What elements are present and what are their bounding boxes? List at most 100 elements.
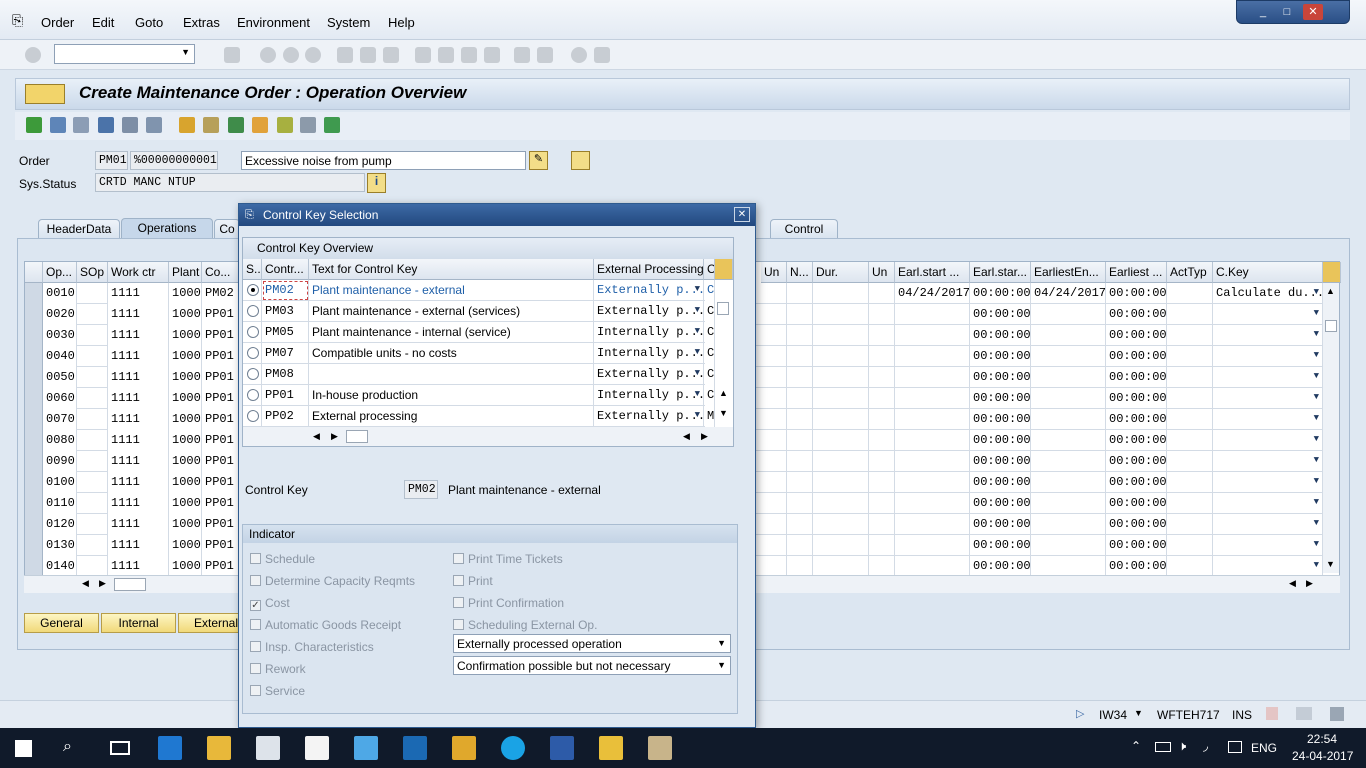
column-header[interactable]: Plant — [169, 262, 202, 283]
settings-icon[interactable] — [50, 117, 66, 133]
cell-op[interactable]: 0090 — [43, 451, 77, 472]
chevron-down-icon[interactable]: ▼ — [1314, 308, 1319, 318]
store-icon[interactable] — [256, 736, 280, 760]
tab-components[interactable]: Co — [214, 219, 240, 239]
column-header[interactable]: Earliest ... — [1106, 262, 1167, 283]
radio-button[interactable] — [247, 326, 259, 338]
menu-help[interactable]: Help — [388, 15, 415, 30]
cell-calc[interactable]: ▼ — [1213, 304, 1323, 325]
column-header[interactable]: EarliestEn... — [1031, 262, 1106, 283]
cell-op[interactable]: 0070 — [43, 409, 77, 430]
checkbox-box[interactable] — [250, 641, 261, 652]
document-icon[interactable] — [203, 117, 219, 133]
cell-empty[interactable] — [813, 514, 869, 535]
cell-c[interactable]: C — [704, 301, 715, 322]
previous-page-icon[interactable] — [438, 47, 454, 63]
cell-plant[interactable]: 1000 — [169, 472, 202, 493]
checkbox-box[interactable] — [453, 575, 464, 586]
column-header[interactable]: C.Key — [1213, 262, 1323, 283]
tray-chevron-icon[interactable]: ⌃ — [1131, 739, 1141, 753]
cell-empty[interactable] — [1167, 325, 1213, 346]
cell-empty[interactable] — [813, 430, 869, 451]
chevron-down-icon[interactable]: ▼ — [1134, 708, 1143, 718]
cell-empty[interactable] — [1167, 472, 1213, 493]
cell-es[interactable] — [895, 409, 970, 430]
upload-icon[interactable] — [252, 117, 268, 133]
clock-date[interactable]: 24-04-2017 — [1292, 749, 1353, 763]
chevron-down-icon[interactable]: ▼ — [695, 305, 700, 315]
cell-ck[interactable]: PP01 — [202, 556, 240, 577]
save-icon[interactable] — [224, 47, 240, 63]
chevron-down-icon[interactable]: ▼ — [1314, 287, 1319, 297]
cell-ee[interactable] — [1031, 346, 1106, 367]
cell-wc[interactable]: 1111 — [108, 283, 169, 304]
cell-text[interactable]: In-house production — [309, 385, 594, 406]
checkbox[interactable]: Automatic Goods Receipt — [250, 618, 401, 632]
cell-es[interactable] — [895, 493, 970, 514]
cell-empty[interactable] — [1167, 409, 1213, 430]
cell-ext[interactable]: Internally p... ▼ — [594, 322, 704, 343]
cell-empty[interactable] — [869, 283, 895, 304]
cell-ext[interactable]: Externally p... ▼ — [594, 406, 704, 427]
menu-environment[interactable]: Environment — [237, 15, 310, 30]
cell-empty[interactable] — [813, 409, 869, 430]
table-settings-icon[interactable] — [715, 259, 733, 280]
cell-ee[interactable] — [1031, 430, 1106, 451]
cell-empty[interactable] — [813, 556, 869, 577]
cell-calc[interactable]: ▼ — [1213, 514, 1323, 535]
radio-cell[interactable] — [243, 385, 262, 406]
radio-cell[interactable] — [243, 364, 262, 385]
forward-icon[interactable] — [324, 117, 340, 133]
cell-op[interactable]: 0010 — [43, 283, 77, 304]
column-header[interactable]: SOp — [77, 262, 108, 283]
checkbox[interactable]: ✓ Cost — [250, 596, 290, 611]
scroll-right-icon[interactable]: ▶ — [331, 431, 338, 442]
help-icon[interactable] — [571, 47, 587, 63]
cell-wc[interactable]: 1111 — [108, 346, 169, 367]
print-icon[interactable] — [337, 47, 353, 63]
cell-es[interactable] — [895, 304, 970, 325]
cell-wc[interactable]: 1111 — [108, 556, 169, 577]
cell-empty[interactable] — [77, 472, 108, 493]
scroll-right-icon[interactable]: ▶ — [1306, 578, 1313, 589]
layout-icon[interactable] — [594, 47, 610, 63]
play-icon[interactable]: ▷ — [1076, 707, 1084, 720]
tab-headerdata[interactable]: HeaderData — [38, 219, 120, 239]
cell-c[interactable]: C — [704, 385, 715, 406]
edge-icon[interactable] — [158, 736, 182, 760]
cell-es[interactable] — [895, 535, 970, 556]
cell-ee[interactable] — [1031, 493, 1106, 514]
column-header[interactable]: C — [704, 259, 715, 280]
row-selector[interactable] — [25, 493, 43, 514]
enter-icon[interactable] — [25, 47, 41, 63]
column-header[interactable]: Work ctr — [108, 262, 169, 283]
cell-key[interactable]: PP01 — [262, 385, 309, 406]
cell-empty[interactable] — [761, 409, 787, 430]
cell-plant[interactable]: 1000 — [169, 388, 202, 409]
cell-ext[interactable]: Externally p... ▼ — [594, 301, 704, 322]
cell-wc[interactable]: 1111 — [108, 472, 169, 493]
external-button[interactable]: External — [178, 613, 240, 633]
list-item[interactable]: PM05 Plant maintenance - internal (servic… — [243, 322, 715, 343]
calculator-icon[interactable] — [98, 117, 114, 133]
arrow-icon[interactable] — [179, 117, 195, 133]
cell-c[interactable]: C — [704, 364, 715, 385]
column-header[interactable]: Dur. — [813, 262, 869, 283]
cell-calc[interactable]: ▼ — [1213, 325, 1323, 346]
cell-ee[interactable] — [1031, 367, 1106, 388]
cell-empty[interactable] — [1167, 367, 1213, 388]
cell-empty[interactable] — [1167, 556, 1213, 577]
column-header[interactable]: External Processing — [594, 259, 704, 280]
cell-empty[interactable] — [869, 556, 895, 577]
find-next-icon[interactable] — [383, 47, 399, 63]
radio-button[interactable] — [247, 284, 259, 296]
scroll-left-icon[interactable]: ◀ — [82, 578, 89, 589]
cell-empty[interactable] — [77, 388, 108, 409]
horizontal-scrollbar[interactable]: ◀ ▶ ◀ ▶ — [243, 427, 733, 446]
chevron-down-icon[interactable]: ▼ — [1314, 518, 1319, 528]
word-icon[interactable] — [550, 736, 574, 760]
cell-empty[interactable] — [787, 409, 813, 430]
cell-op[interactable]: 0020 — [43, 304, 77, 325]
cell-est[interactable]: 00:00:00 — [970, 409, 1031, 430]
cell-empty[interactable] — [869, 304, 895, 325]
